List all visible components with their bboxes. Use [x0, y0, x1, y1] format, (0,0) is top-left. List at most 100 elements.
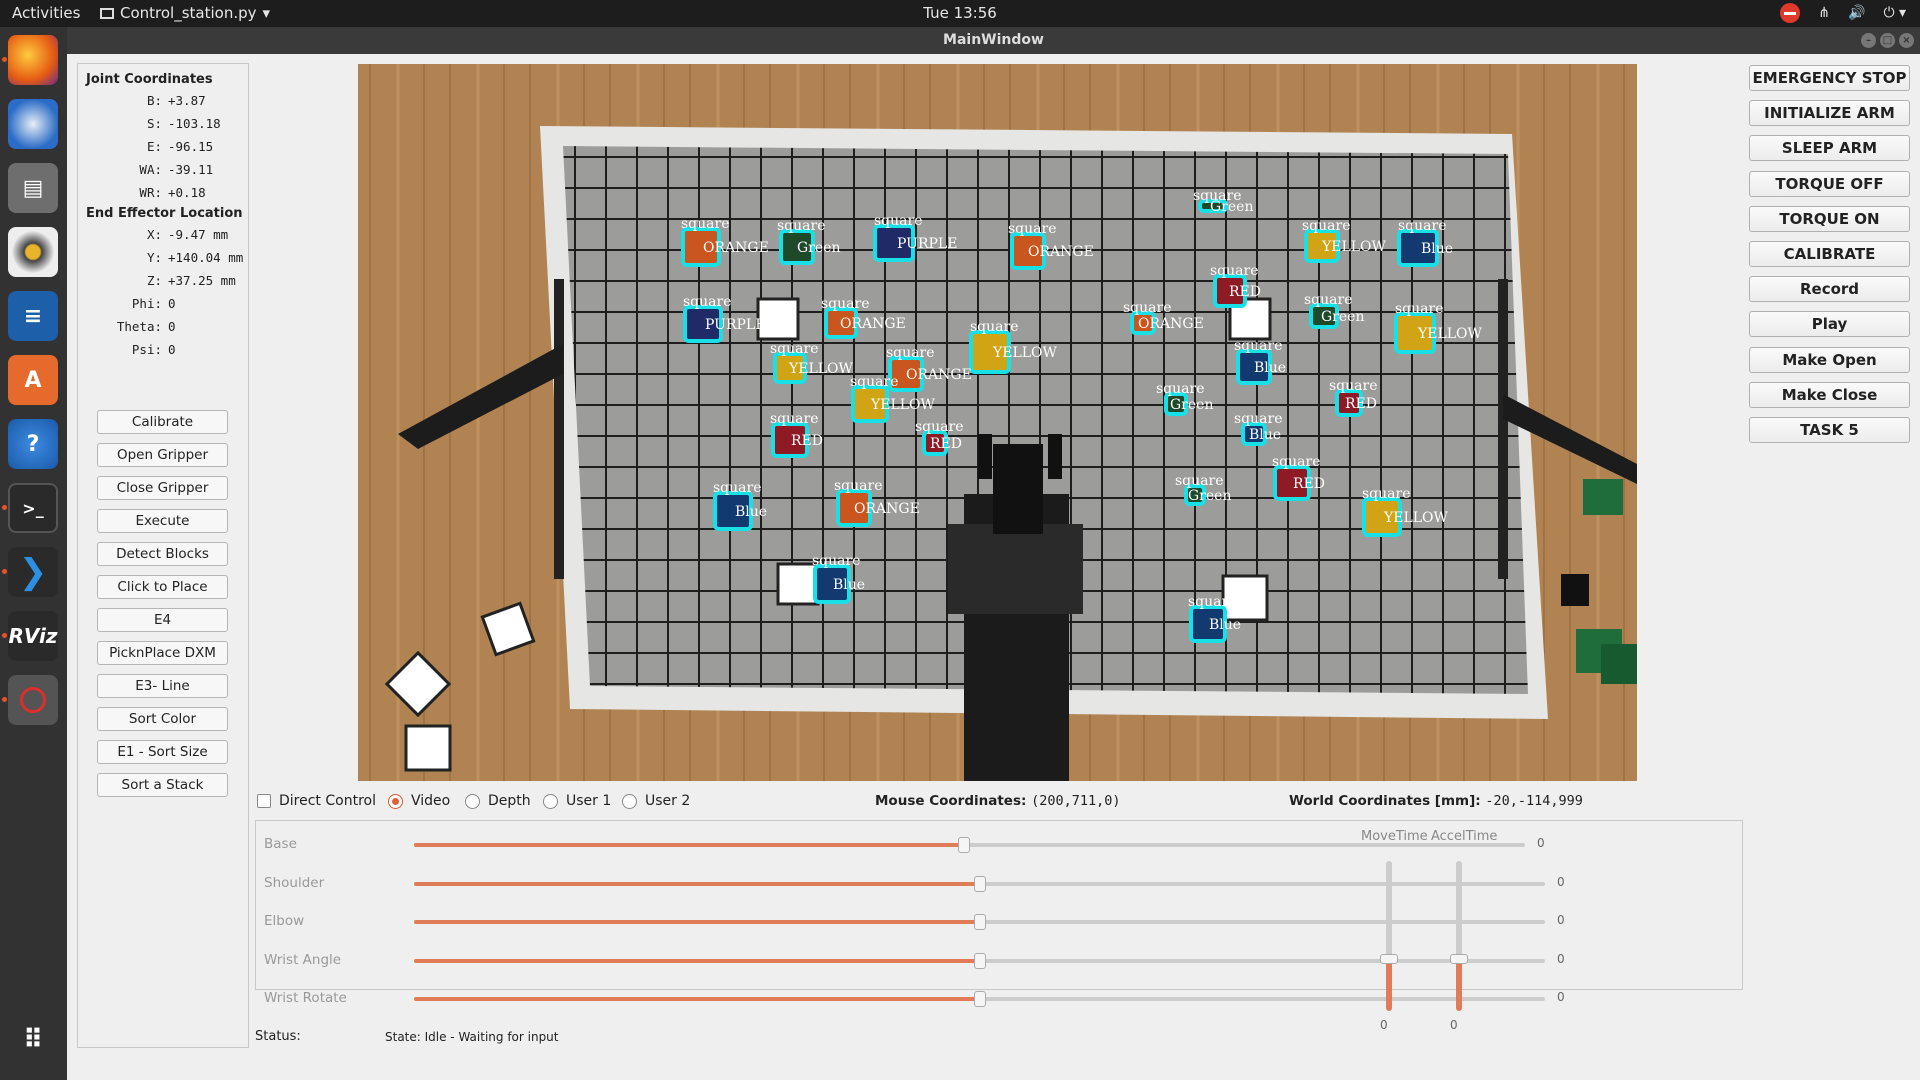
color-label: PURPLE — [705, 317, 765, 333]
ee-value: +140.04 mm — [168, 250, 244, 265]
slider-label: Wrist Angle — [264, 951, 342, 968]
slider-handle[interactable] — [957, 837, 970, 853]
status-label: Status: — [255, 1029, 301, 1044]
minimize-button[interactable]: – — [1861, 33, 1876, 48]
shape-label: square — [812, 553, 861, 569]
task-5-button[interactable]: TASK 5 — [1749, 417, 1910, 443]
software-center-icon[interactable]: A — [8, 355, 58, 405]
rviz-icon[interactable]: RViz — [8, 611, 58, 661]
sort-a-stack-button[interactable]: Sort a Stack — [97, 773, 228, 797]
depth-radio[interactable]: Depth — [465, 793, 531, 809]
ee-row: X: -9.47 mm — [78, 223, 248, 246]
shape-label: square — [874, 213, 923, 229]
firefox-icon[interactable] — [8, 35, 58, 85]
vscode-icon[interactable]: ❯ — [8, 547, 58, 597]
clock[interactable]: Tue 13:56 — [0, 4, 1920, 22]
ee-key: Z: — [146, 273, 162, 288]
shape-label: square — [970, 319, 1019, 335]
checkbox-box[interactable] — [257, 794, 271, 808]
maximize-button[interactable]: □ — [1880, 33, 1895, 48]
color-label: YELLOW — [788, 361, 854, 377]
make-close-button[interactable]: Make Close — [1749, 381, 1910, 408]
slider-handle[interactable] — [973, 991, 986, 1008]
calibrate-button[interactable]: Calibrate — [97, 410, 228, 434]
ee-value: +37.25 mm — [168, 273, 236, 288]
slider-handle[interactable] — [973, 914, 986, 931]
user2-radio[interactable]: User 2 — [622, 793, 690, 809]
shape-label: square — [1398, 218, 1447, 234]
control-station-icon[interactable] — [8, 675, 58, 725]
shape-label: square — [1302, 218, 1351, 234]
color-label: YELLOW — [870, 397, 936, 413]
writer-icon[interactable]: ≡ — [8, 291, 58, 341]
torque-on-button[interactable]: TORQUE ON — [1749, 205, 1910, 232]
e3-line-button[interactable]: E3- Line — [97, 674, 228, 698]
app-grid-icon[interactable]: ⠿ — [8, 1015, 58, 1065]
main-window: MainWindow – □ × Joint Coordinates B: +3.… — [67, 27, 1920, 1080]
slider-handle[interactable] — [973, 875, 986, 892]
record-button[interactable]: Record — [1749, 276, 1910, 303]
no-entry-icon[interactable] — [1780, 3, 1801, 23]
color-label: ORANGE — [906, 367, 972, 383]
direct-control-checkbox[interactable]: Direct Control — [257, 793, 376, 809]
vslider-handle[interactable] — [1380, 953, 1398, 964]
radio-unselected[interactable] — [465, 793, 480, 809]
direct-control-label: Direct Control — [279, 793, 376, 809]
joint-key: E: — [146, 139, 162, 154]
color-label: PURPLE — [897, 236, 957, 252]
joint-key: WA: — [139, 162, 162, 177]
color-label: ORANGE — [1138, 316, 1204, 332]
window-titlebar[interactable]: MainWindow – □ × — [67, 27, 1920, 54]
video-radio[interactable]: Video — [388, 793, 450, 809]
ee-row: Z: +37.25 mm — [78, 269, 248, 292]
thunderbird-icon[interactable] — [8, 99, 58, 149]
color-label: Blue — [1421, 241, 1453, 257]
play-button[interactable]: Play — [1749, 311, 1910, 338]
app-menu[interactable]: Control_station.py ▾ — [100, 4, 270, 22]
color-label: Green — [1188, 488, 1231, 504]
make-open-button[interactable]: Make Open — [1749, 346, 1910, 373]
open-gripper-button[interactable]: Open Gripper — [97, 443, 228, 467]
terminal-icon[interactable]: >_ — [8, 483, 58, 533]
close-gripper-button[interactable]: Close Gripper — [97, 476, 228, 500]
shape-label: square — [834, 478, 883, 494]
detected-block: squareBlue — [1234, 411, 1283, 446]
click-to-place-button[interactable]: Click to Place — [97, 575, 228, 599]
color-label: Green — [1321, 309, 1364, 325]
detect-blocks-button[interactable]: Detect Blocks — [97, 542, 228, 566]
dock: ▤ ≡ A ? >_ ❯ RViz ⠿ — [0, 27, 67, 1080]
color-label: Blue — [833, 577, 865, 593]
execute-button[interactable]: Execute — [97, 509, 228, 533]
radio-selected[interactable] — [388, 793, 403, 809]
initialize-arm-button[interactable]: INITIALIZE ARM — [1749, 100, 1910, 127]
slider-handle[interactable] — [973, 952, 986, 969]
shape-label: square — [770, 411, 819, 427]
help-icon[interactable]: ? — [8, 419, 58, 469]
radio-unselected[interactable] — [543, 793, 558, 809]
vslider-handle[interactable] — [1450, 953, 1468, 964]
color-label: Blue — [1209, 617, 1241, 633]
ee-row: Phi: 0 — [78, 292, 248, 315]
system-tray[interactable]: ⋔ 🔊 ⏻ ▾ — [1780, 3, 1906, 23]
joint-value: -103.18 — [168, 116, 221, 131]
files-icon[interactable]: ▤ — [8, 163, 58, 213]
calibrate-button[interactable]: CALIBRATE — [1749, 241, 1910, 267]
activities-button[interactable]: Activities — [12, 4, 80, 22]
mouse-coordinates-label: Mouse Coordinates: — [875, 793, 1027, 809]
e1-sort-size-button[interactable]: E1 - Sort Size — [97, 740, 228, 764]
picknplace-dxm-button[interactable]: PicknPlace DXM — [97, 641, 228, 665]
torque-off-button[interactable]: TORQUE OFF — [1749, 170, 1910, 197]
shape-label: square — [1234, 338, 1283, 354]
sleep-arm-button[interactable]: SLEEP ARM — [1749, 135, 1910, 162]
window-icon — [100, 7, 114, 19]
user1-radio[interactable]: User 1 — [543, 793, 611, 809]
emergency-stop-button[interactable]: EMERGENCY STOP — [1749, 65, 1910, 91]
rhythmbox-icon[interactable] — [8, 227, 58, 277]
radio-unselected[interactable] — [622, 793, 637, 809]
e4-button[interactable]: E4 — [97, 608, 228, 632]
close-button[interactable]: × — [1899, 33, 1914, 48]
video-feed[interactable]: square ORANGE square Green square PURPLE squar… — [358, 64, 1637, 781]
slider-value: 0 — [1537, 836, 1545, 850]
sort-color-button[interactable]: Sort Color — [97, 707, 228, 731]
shape-label: square — [1008, 221, 1057, 237]
